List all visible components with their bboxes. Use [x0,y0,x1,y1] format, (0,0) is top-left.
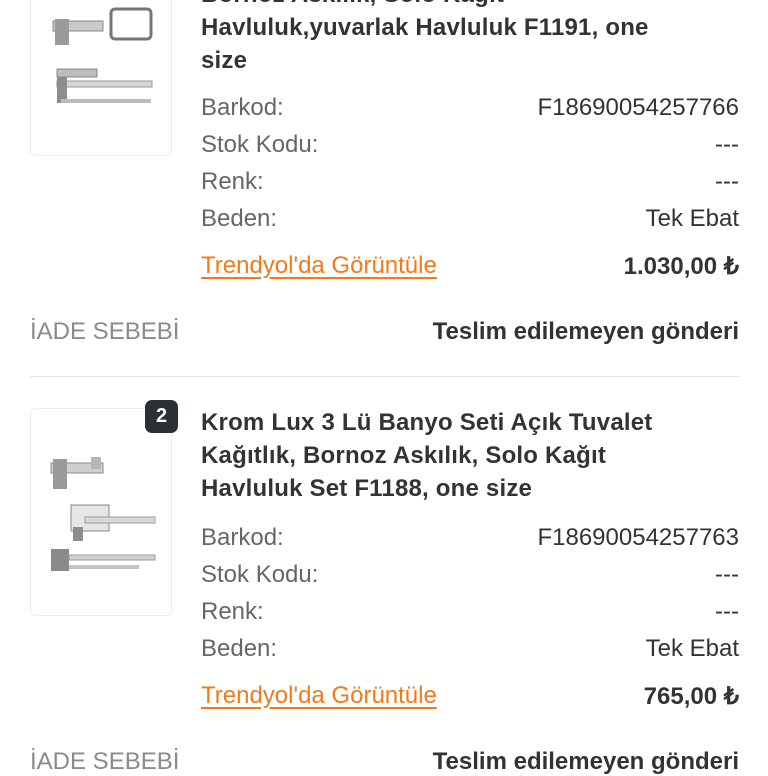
return-reason-value: Teslim edilemeyen gönderi [432,748,739,775]
color-label: Renk: [201,168,264,195]
view-on-trendyol-link[interactable]: Trendyol'da Görüntüle [201,682,437,710]
size-value: Tek Ebat [645,635,739,662]
stock-code-value: --- [715,561,739,588]
price: 765,00 ₺ [643,683,739,710]
color-row: Renk: --- [201,598,739,628]
return-reason-value: Teslim edilemeyen gönderi [432,318,739,345]
product-title[interactable]: Krom Lux 3 Lü Banyo Seti Açık Tuvalet Ka… [201,406,741,505]
item-number-badge: 2 [145,400,178,433]
product-image[interactable] [30,0,172,156]
barcode-value: F18690054257763 [537,524,739,551]
bath-set-image [52,7,153,103]
bath-set-image [50,457,156,571]
return-reason-label: İADE SEBEBİ [30,748,180,775]
stock-code-label: Stok Kodu: [201,131,319,158]
title-line: Kağıtlık, Bornoz Askılık, Solo Kağıt [201,442,607,469]
barcode-value: F18690054257766 [537,94,739,121]
title-line: Krom Lux 3 Lü Banyo Seti Açık Tuvalet [201,409,653,436]
barcode-row: Barkod: F18690054257766 [201,94,739,124]
size-value: Tek Ebat [645,205,739,232]
barcode-label: Barkod: [201,94,284,121]
title-line: Havluluk Set F1188, one size [201,475,533,502]
stock-code-row: Stok Kodu: --- [201,131,739,161]
product-title[interactable]: Bornoz Askılık, Solo Kağıt Havluluk,yuva… [201,0,741,77]
product-image[interactable] [30,408,172,616]
barcode-label: Barkod: [201,524,284,551]
title-line: Bornoz Askılık, Solo Kağıt [201,0,741,11]
title-line: size [201,47,248,74]
size-label: Beden: [201,635,278,662]
color-label: Renk: [201,598,264,625]
barcode-row: Barkod: F18690054257763 [201,524,739,554]
price: 1.030,00 ₺ [623,253,739,280]
size-row: Beden: Tek Ebat [201,635,739,665]
color-value: --- [715,598,739,625]
stock-code-row: Stok Kodu: --- [201,561,739,591]
color-value: --- [715,168,739,195]
size-label: Beden: [201,205,278,232]
stock-code-value: --- [715,131,739,158]
color-row: Renk: --- [201,168,739,198]
return-reason-label: İADE SEBEBİ [30,318,180,345]
stock-code-label: Stok Kodu: [201,561,319,588]
view-on-trendyol-link[interactable]: Trendyol'da Görüntüle [201,252,437,280]
size-row: Beden: Tek Ebat [201,205,739,235]
title-line: Havluluk,yuvarlak Havluluk F1191, one [201,14,649,41]
divider [30,376,740,377]
